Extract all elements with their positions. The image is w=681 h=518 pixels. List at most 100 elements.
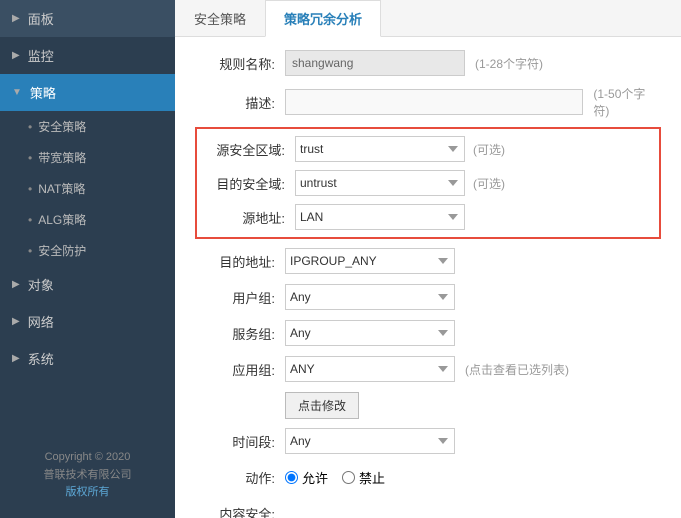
sidebar-item-monitor[interactable]: ▶ 监控 xyxy=(0,37,175,74)
source-addr-label: 源地址: xyxy=(205,208,295,227)
dest-addr-row: 目的地址: IPGROUP_ANY LAN any xyxy=(195,247,661,275)
alg-policy-label: ALG策略 xyxy=(38,211,86,228)
action-control: 允许 禁止 xyxy=(285,468,661,487)
policy-arrow-icon: ▼ xyxy=(12,87,22,98)
time-period-control: Any 工作时间 非工作时间 xyxy=(285,428,661,454)
policy-subitems: 安全策略 带宽策略 NAT策略 ALG策略 安全防护 xyxy=(0,111,175,266)
monitor-arrow-icon: ▶ xyxy=(12,50,20,61)
main-content: 安全策略 策略冗余分析 规则名称: (1-28个字符) 描述: (1-50个字符… xyxy=(175,0,681,518)
action-radio-group: 允许 禁止 xyxy=(285,468,385,487)
object-arrow-icon: ▶ xyxy=(12,279,20,290)
app-group-row: 应用组: ANY 其他 (点击查看已选列表) xyxy=(195,355,661,383)
sidebar-item-system[interactable]: ▶ 系统 xyxy=(0,340,175,377)
action-row: 动作: 允许 禁止 xyxy=(195,463,661,491)
source-zone-select[interactable]: trust untrust DMZ 管理区 xyxy=(295,136,465,162)
security-protection-label: 安全防护 xyxy=(38,242,86,259)
dest-zone-label: 目的安全域: xyxy=(205,174,295,193)
app-group-control: ANY 其他 (点击查看已选列表) xyxy=(285,356,661,382)
description-row: 描述: (1-50个字符) xyxy=(195,85,661,119)
bandwidth-policy-label: 带宽策略 xyxy=(38,149,86,166)
sidebar-item-network-label: 网络 xyxy=(28,312,163,331)
action-allow-option[interactable]: 允许 xyxy=(285,468,328,487)
action-allow-radio[interactable] xyxy=(285,471,298,484)
sidebar-item-policy-label: 策略 xyxy=(30,83,163,102)
dest-addr-select[interactable]: IPGROUP_ANY LAN any xyxy=(285,248,455,274)
source-addr-select[interactable]: LAN IPGROUP_ANY any xyxy=(295,204,465,230)
sidebar-subitem-bandwidth-policy[interactable]: 带宽策略 xyxy=(28,142,175,173)
sidebar-item-network[interactable]: ▶ 网络 xyxy=(0,303,175,340)
nat-policy-label: NAT策略 xyxy=(38,180,85,197)
red-border-section: 源安全区域: trust untrust DMZ 管理区 (可选) 目的安全域: xyxy=(195,127,661,239)
tab-bar: 安全策略 策略冗余分析 xyxy=(175,0,681,37)
network-arrow-icon: ▶ xyxy=(12,316,20,327)
action-deny-option[interactable]: 禁止 xyxy=(342,468,385,487)
user-group-label: 用户组: xyxy=(195,288,285,307)
sidebar-subitem-security-protection[interactable]: 安全防护 xyxy=(28,235,175,266)
dest-zone-row: 目的安全域: untrust trust DMZ 管理区 (可选) xyxy=(205,169,651,197)
tab-security-policy[interactable]: 安全策略 xyxy=(175,0,265,37)
rule-name-label: 规则名称: xyxy=(195,54,285,73)
system-arrow-icon: ▶ xyxy=(12,353,20,364)
rule-name-row: 规则名称: (1-28个字符) xyxy=(195,49,661,77)
rule-name-input[interactable] xyxy=(285,50,465,76)
source-zone-label: 源安全区域: xyxy=(205,140,295,159)
user-group-control: Any xyxy=(285,284,661,310)
panel-arrow-icon: ▶ xyxy=(12,13,20,24)
time-period-row: 时间段: Any 工作时间 非工作时间 xyxy=(195,427,661,455)
sidebar-item-monitor-label: 监控 xyxy=(28,46,163,65)
form-area: 规则名称: (1-28个字符) 描述: (1-50个字符) 源安全区域: tru… xyxy=(175,37,681,518)
dest-zone-select[interactable]: untrust trust DMZ 管理区 xyxy=(295,170,465,196)
user-group-row: 用户组: Any xyxy=(195,283,661,311)
modify-btn-row: 点击修改 xyxy=(195,391,661,419)
description-label: 描述: xyxy=(195,93,285,112)
action-label: 动作: xyxy=(195,468,285,487)
sidebar-item-object[interactable]: ▶ 对象 xyxy=(0,266,175,303)
source-zone-control: trust untrust DMZ 管理区 (可选) xyxy=(295,136,651,162)
dest-zone-control: untrust trust DMZ 管理区 (可选) xyxy=(295,170,651,196)
copyright-line3[interactable]: 版权所有 xyxy=(66,486,110,498)
content-security-label: 内容安全: xyxy=(195,504,285,518)
app-group-label: 应用组: xyxy=(195,360,285,379)
user-group-select[interactable]: Any xyxy=(285,284,455,310)
description-hint: (1-50个字符) xyxy=(593,85,661,119)
rule-name-hint: (1-28个字符) xyxy=(475,55,543,72)
description-control: (1-50个字符) xyxy=(285,85,661,119)
sidebar-subitem-alg-policy[interactable]: ALG策略 xyxy=(28,204,175,235)
service-group-row: 服务组: Any HTTP HTTPS FTP xyxy=(195,319,661,347)
action-deny-radio[interactable] xyxy=(342,471,355,484)
copyright-line1: Copyright © 2020 xyxy=(12,449,163,467)
modify-button[interactable]: 点击修改 xyxy=(285,392,359,419)
sidebar-item-panel[interactable]: ▶ 面板 xyxy=(0,0,175,37)
description-input[interactable] xyxy=(285,89,583,115)
service-group-select[interactable]: Any HTTP HTTPS FTP xyxy=(285,320,455,346)
sidebar-subitem-security-policy[interactable]: 安全策略 xyxy=(28,111,175,142)
copyright-line2: 普联技术有限公司 xyxy=(12,467,163,485)
dest-addr-control: IPGROUP_ANY LAN any xyxy=(285,248,661,274)
tab-redundancy-analysis[interactable]: 策略冗余分析 xyxy=(265,0,381,37)
sidebar-subitem-nat-policy[interactable]: NAT策略 xyxy=(28,173,175,204)
time-period-select[interactable]: Any 工作时间 非工作时间 xyxy=(285,428,455,454)
sidebar-item-policy[interactable]: ▼ 策略 xyxy=(0,74,175,111)
modify-btn-control: 点击修改 xyxy=(285,392,661,419)
rule-name-control: (1-28个字符) xyxy=(285,50,661,76)
app-group-hint: (点击查看已选列表) xyxy=(465,361,569,378)
service-group-label: 服务组: xyxy=(195,324,285,343)
action-deny-label: 禁止 xyxy=(359,468,385,487)
security-policy-label: 安全策略 xyxy=(38,118,86,135)
sidebar-item-panel-label: 面板 xyxy=(28,9,163,28)
sidebar-item-system-label: 系统 xyxy=(28,349,163,368)
content-security-label-row: 内容安全: xyxy=(195,499,661,518)
copyright-section: Copyright © 2020 普联技术有限公司 版权所有 xyxy=(0,433,175,518)
source-zone-row: 源安全区域: trust untrust DMZ 管理区 (可选) xyxy=(205,135,651,163)
sidebar-item-object-label: 对象 xyxy=(28,275,163,294)
app-group-select[interactable]: ANY 其他 xyxy=(285,356,455,382)
source-addr-row: 源地址: LAN IPGROUP_ANY any xyxy=(205,203,651,231)
dest-addr-label: 目的地址: xyxy=(195,252,285,271)
source-addr-control: LAN IPGROUP_ANY any xyxy=(295,204,651,230)
dest-zone-hint: (可选) xyxy=(473,175,505,192)
action-allow-label: 允许 xyxy=(302,468,328,487)
source-zone-hint: (可选) xyxy=(473,141,505,158)
service-group-control: Any HTTP HTTPS FTP xyxy=(285,320,661,346)
time-period-label: 时间段: xyxy=(195,432,285,451)
sidebar: ▶ 面板 ▶ 监控 ▼ 策略 安全策略 带宽策略 NAT策略 ALG策略 安全防… xyxy=(0,0,175,518)
